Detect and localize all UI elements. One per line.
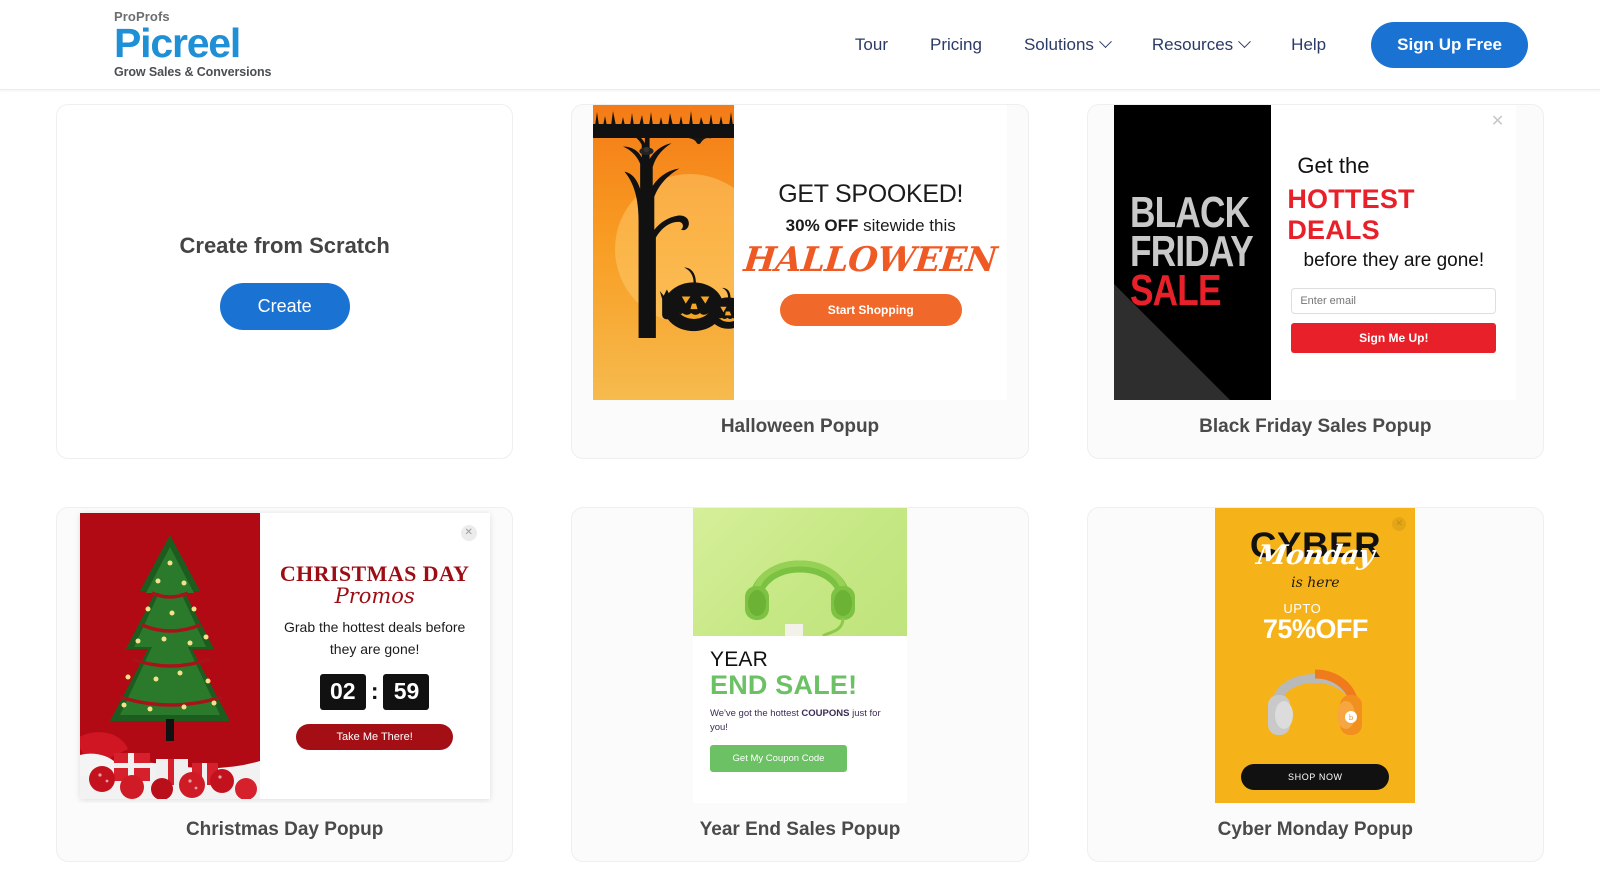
logo-tagline: Grow Sales & Conversions xyxy=(114,64,272,79)
nav-label: Pricing xyxy=(930,34,982,54)
card-preview: BLACK FRIDAY SALE ✕ Get the HOTTEST DEAL… xyxy=(1088,105,1543,400)
chevron-down-icon xyxy=(1099,35,1112,49)
halloween-artwork xyxy=(592,105,735,400)
card-label: Cyber Monday Popup xyxy=(1217,819,1413,840)
card-label: Year End Sales Popup xyxy=(699,819,901,840)
headphones-image: b xyxy=(1260,651,1370,739)
nav-label: Help xyxy=(1291,34,1327,54)
christmas-artwork xyxy=(79,512,260,799)
discount-value: 75%OFF xyxy=(1262,614,1369,644)
black-friday-line2: HOTTEST DEALS xyxy=(1287,183,1415,245)
christmas-popup-preview: ✕ CHRISTMAS DAY Promos Grab the hottest … xyxy=(79,512,490,799)
black-friday-content: ✕ Get the HOTTEST DEALS before they are … xyxy=(1271,105,1516,400)
card-label: Halloween Popup xyxy=(720,416,880,437)
card-create-from-scratch[interactable]: Create from Scratch Create xyxy=(56,104,514,459)
site-header: ProProfs Picreel Grow Sales & Conversion… xyxy=(0,0,1600,90)
halloween-subheading: 30% OFF sitewide this xyxy=(786,216,956,236)
card-black-friday-popup[interactable]: BLACK FRIDAY SALE ✕ Get the HOTTEST DEAL… xyxy=(1086,104,1544,459)
black-friday-line3: before they are gone! xyxy=(1303,249,1485,271)
chevron-down-icon xyxy=(1238,35,1252,49)
sign-me-up-button[interactable]: Sign Me Up! xyxy=(1291,322,1497,353)
email-input[interactable] xyxy=(1291,287,1497,314)
year-end-content: YEAR END SALE! We've got the hottest COU… xyxy=(693,636,907,804)
get-coupon-code-button[interactable]: Get My Coupon Code xyxy=(709,745,847,773)
take-me-there-button[interactable]: Take Me There! xyxy=(296,723,454,750)
card-cyber-monday-popup[interactable]: ✕ CYBER Monday is here UPTO 75%OFF b SHO… xyxy=(1086,507,1544,862)
nav-item-pricing[interactable]: Pricing xyxy=(909,35,1003,55)
countdown-timer: 02 : 59 xyxy=(319,673,430,710)
countdown-seconds: 59 xyxy=(383,673,430,710)
halloween-sub-rest: sitewide this xyxy=(858,215,956,235)
countdown-minutes: 02 xyxy=(319,673,366,710)
shop-now-button[interactable]: SHOP NOW xyxy=(1241,763,1390,790)
year-end-line2: END SALE! xyxy=(709,669,858,700)
nav-item-resources[interactable]: Resources xyxy=(1131,35,1270,55)
green-headphones-icon xyxy=(744,560,855,636)
close-icon[interactable]: ✕ xyxy=(1491,113,1504,130)
main-nav: Tour Pricing Solutions Resources Help Si… xyxy=(834,21,1528,68)
year-end-line1: YEAR xyxy=(709,647,768,671)
year-end-description: We've got the hottest COUPONS just for y… xyxy=(710,707,890,735)
start-shopping-button[interactable]: Start Shopping xyxy=(779,293,962,326)
close-icon[interactable]: ✕ xyxy=(1392,516,1407,531)
logo[interactable]: ProProfs Picreel Grow Sales & Conversion… xyxy=(114,10,271,79)
halloween-heading: GET SPOOKED! xyxy=(778,179,964,208)
grass-silhouette xyxy=(592,110,735,138)
card-label: Christmas Day Popup xyxy=(185,819,384,840)
card-christmas-popup[interactable]: ✕ CHRISTMAS DAY Promos Grab the hottest … xyxy=(56,507,514,862)
halloween-script-word: HALLOWEEN xyxy=(742,239,1000,280)
card-year-end-popup[interactable]: YEAR END SALE! We've got the hottest COU… xyxy=(571,507,1029,862)
year-end-popup-preview: YEAR END SALE! We've got the hottest COU… xyxy=(692,508,907,804)
nav-label: Resources xyxy=(1151,34,1234,54)
sign-up-free-button[interactable]: Sign Up Free xyxy=(1371,21,1528,68)
halloween-silhouettes xyxy=(622,130,735,338)
christmas-content: ✕ CHRISTMAS DAY Promos Grab the hottest … xyxy=(260,513,490,799)
nav-item-help[interactable]: Help xyxy=(1270,35,1347,55)
christmas-tree-illustration xyxy=(79,512,260,799)
card-preview: Create from Scratch Create xyxy=(57,105,512,458)
headphones-photo xyxy=(692,508,907,636)
template-grid: Create from Scratch Create GET SPOOKED! … xyxy=(0,90,1600,862)
card-preview: ✕ CYBER Monday is here UPTO 75%OFF b SHO… xyxy=(1088,508,1543,803)
black-friday-line1: Get the xyxy=(1297,152,1370,178)
is-here-text: is here xyxy=(1291,575,1340,591)
create-button[interactable]: Create xyxy=(219,283,350,330)
halloween-content: GET SPOOKED! 30% OFF sitewide this HALLO… xyxy=(734,105,1007,400)
nav-item-tour[interactable]: Tour xyxy=(834,35,909,55)
card-preview: GET SPOOKED! 30% OFF sitewide this HALLO… xyxy=(572,105,1027,400)
card-preview: YEAR END SALE! We've got the hottest COU… xyxy=(572,508,1027,803)
black-friday-artwork: BLACK FRIDAY SALE xyxy=(1114,105,1272,400)
art-line-sale: SALE xyxy=(1130,265,1222,315)
close-icon[interactable]: ✕ xyxy=(460,524,477,541)
monday-script-word: Monday xyxy=(1254,540,1377,571)
halloween-popup-preview: GET SPOOKED! 30% OFF sitewide this HALLO… xyxy=(592,105,1007,400)
svg-text:b: b xyxy=(1349,714,1354,722)
card-halloween-popup[interactable]: GET SPOOKED! 30% OFF sitewide this HALLO… xyxy=(571,104,1029,459)
black-friday-popup-preview: BLACK FRIDAY SALE ✕ Get the HOTTEST DEAL… xyxy=(1114,105,1517,400)
nav-label: Tour xyxy=(854,34,888,54)
create-from-scratch-label: Create from Scratch xyxy=(179,233,390,258)
card-preview: ✕ CHRISTMAS DAY Promos Grab the hottest … xyxy=(57,508,512,803)
countdown-separator: : xyxy=(370,678,379,705)
nav-label: Solutions xyxy=(1023,34,1094,54)
orange-headphones-icon: b xyxy=(1268,669,1363,735)
halloween-discount: 30% OFF xyxy=(785,215,859,235)
christmas-subtitle-script: Promos xyxy=(334,584,415,609)
logo-picreel: Picreel xyxy=(114,20,241,67)
year-end-desc-a: We've got the hottest xyxy=(709,707,802,719)
year-end-desc-coupons: COUPONS xyxy=(801,707,850,719)
card-label: Black Friday Sales Popup xyxy=(1199,416,1432,437)
cyber-monday-popup-preview: ✕ CYBER Monday is here UPTO 75%OFF b SHO… xyxy=(1215,508,1416,803)
nav-item-solutions[interactable]: Solutions xyxy=(1003,35,1131,55)
christmas-description: Grab the hottest deals before they are g… xyxy=(283,619,466,657)
